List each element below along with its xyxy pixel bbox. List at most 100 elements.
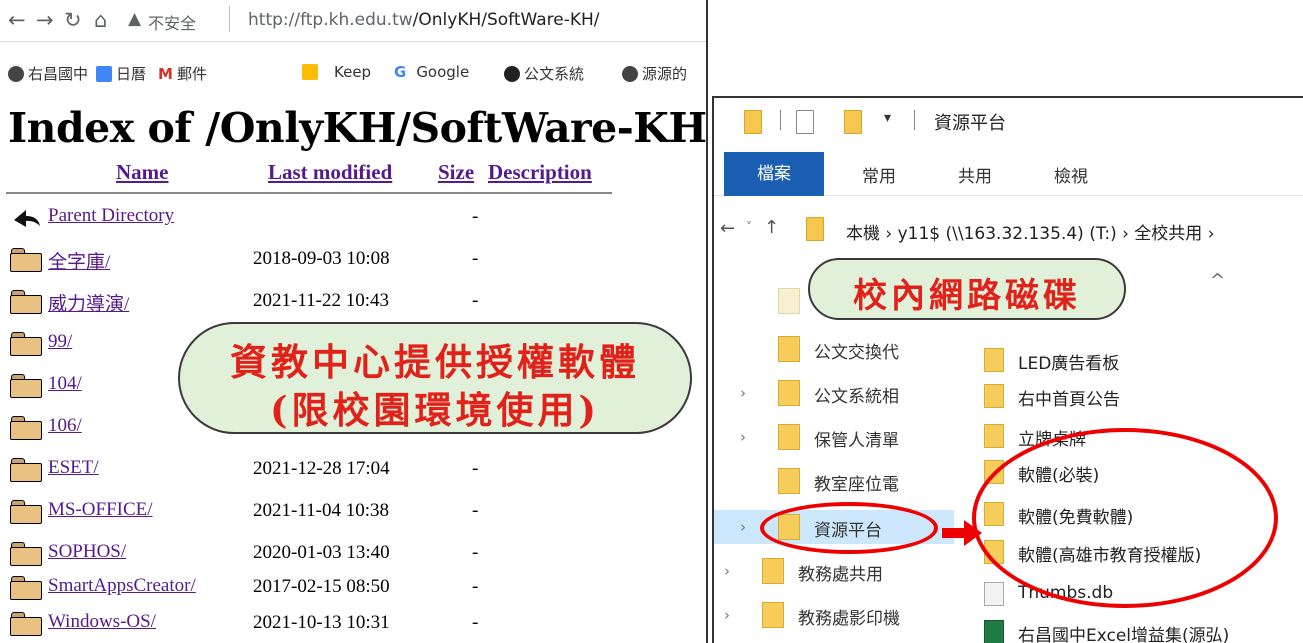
back-arrow-icon [10,206,44,230]
url-text[interactable]: http://ftp.kh.edu.tw/OnlyKH/SoftWare-KH/ [248,10,600,30]
nav-item[interactable]: › 保管人清單 [714,420,954,454]
row-name-link[interactable]: 99/ [48,331,72,353]
expand-chevron-icon[interactable]: › [740,428,746,446]
collapse-chevron-icon[interactable]: ^ [1210,270,1225,291]
folder-icon [10,576,44,600]
browser-window: ← → ↻ ⌂ ▲ 不安全 http://ftp.kh.edu.tw/OnlyK… [0,0,708,643]
bookmark-item[interactable]: 源源的 [622,63,687,84]
separator [914,110,915,130]
back-icon[interactable]: ← [8,8,26,32]
properties-icon[interactable] [796,110,814,134]
folder-icon [10,612,44,636]
row-size: - [472,500,479,521]
network-drive-callout: 校內網路磁碟 [808,258,1126,320]
row-size: - [472,248,479,269]
row-name-link[interactable]: ESET/ [48,457,99,479]
column-name[interactable]: Name [116,160,168,185]
tab-home[interactable]: 常用 [862,162,896,187]
row-name-link[interactable]: 106/ [48,415,82,437]
column-size[interactable]: Size [438,160,474,185]
globe-icon [8,65,24,82]
bookmark-item[interactable]: G Google [394,63,469,81]
row-name-link[interactable]: SmartAppsCreator/ [48,575,196,597]
file-explorer-window: ▾ 資源平台 檔案 常用 共用 檢視 ← ˅ ↑ 本機 › y11$ (\\16… [712,96,1303,643]
row-name-link[interactable]: Parent Directory [48,205,174,227]
breadcrumb[interactable]: 本機 › y11$ (\\163.32.135.4) (T:) › 全校共用 › [846,219,1215,244]
folder-icon [10,542,44,566]
bookmark-item[interactable]: 右昌國中 [8,63,88,84]
list-item-label: Thumbs.db [1018,583,1114,603]
list-item[interactable]: Thumbs.db [984,578,1303,612]
nav-item[interactable]: 教室座位電 [714,464,954,498]
bookmark-item[interactable]: M 郵件 [158,63,207,84]
folder-icon [778,336,800,362]
row-name-link[interactable]: 104/ [48,373,82,395]
list-item[interactable]: LED廣告看板 [984,344,1303,378]
nav-item-selected[interactable]: › 資源平台 [714,510,954,544]
tab-share[interactable]: 共用 [958,162,992,187]
gmail-icon: M [158,64,173,83]
row-size: - [472,542,479,563]
back-icon[interactable]: ← [720,218,735,239]
window-title: 資源平台 [934,113,1006,134]
nav-item-label: 教務處共用 [798,565,883,585]
expand-chevron-icon[interactable]: › [740,518,746,536]
row-name-link[interactable]: Windows-OS/ [48,611,156,633]
row-name-link[interactable]: MS-OFFICE/ [48,499,153,521]
list-item[interactable]: 軟體(必裝) [984,456,1303,490]
table-row: Parent Directory - [8,200,698,234]
row-name-link[interactable]: 全字庫/ [48,247,110,274]
address-bar: ← → ↻ ⌂ ▲ 不安全 http://ftp.kh.edu.tw/OnlyK… [0,0,706,42]
folder-icon [806,217,824,241]
chevron-down-icon[interactable]: ˅ [746,220,752,234]
folder-icon [762,602,784,628]
expand-chevron-icon[interactable]: › [724,606,730,624]
list-item[interactable]: 右中首頁公告 [984,380,1303,414]
folder-icon [984,384,1004,408]
folder-icon [984,502,1004,526]
bookmark-item[interactable]: 公文系統 [504,63,584,84]
nav-item[interactable]: 公文交換代 [714,332,954,366]
tab-view[interactable]: 檢視 [1054,162,1088,187]
list-item[interactable]: 軟體(免費軟體) [984,498,1303,532]
bookmark-label: Keep [334,63,372,81]
row-name-link[interactable]: SOPHOS/ [48,541,126,563]
table-row: MS-OFFICE/ 2021-11-04 10:38 - [8,494,698,528]
reload-icon[interactable]: ↻ [64,8,82,32]
row-name-link[interactable]: 威力導演/ [48,289,129,316]
tab-file[interactable]: 檔案 [724,152,824,196]
list-item[interactable]: 軟體(高雄市教育授權版) [984,536,1303,570]
row-size: - [472,290,479,311]
nav-item[interactable]: › 教務處影印機 [714,598,938,632]
callout-text: 校內網路磁碟 [853,276,1081,316]
column-description[interactable]: Description [488,160,592,185]
bookmark-item[interactable]: 日曆 [96,63,146,84]
expand-chevron-icon[interactable]: › [724,562,730,580]
nav-item-label: 公文交換代 [814,343,899,363]
forward-icon[interactable]: → [36,8,54,32]
column-last-modified[interactable]: Last modified [268,160,392,185]
expand-chevron-icon[interactable]: › [740,384,746,402]
new-folder-icon[interactable] [844,110,862,134]
list-item[interactable]: 立牌桌牌 [984,420,1303,454]
folder-icon [10,458,44,482]
row-date: 2020-01-03 13:40 [253,542,390,563]
insecure-label[interactable]: 不安全 [148,10,196,34]
row-date: 2021-10-13 10:31 [253,612,390,633]
bookmark-label: Google [416,63,470,81]
list-item[interactable]: 右昌國中Excel增益集(源弘) [984,616,1303,643]
ribbon-tabs: 檔案 常用 共用 檢視 [714,152,1303,196]
bookmark-item[interactable]: Keep [302,63,371,81]
quick-access-dropdown-icon[interactable]: ▾ [884,110,891,126]
list-item-label: 右中首頁公告 [1018,390,1120,410]
nav-item[interactable]: › 公文系統相 [714,376,954,410]
nav-item-label: 教室座位電 [814,475,899,495]
row-size: - [472,576,479,597]
callout-line-2: (限校園環境使用) [269,388,600,432]
nav-item-label: 保管人清單 [814,431,899,451]
warning-icon[interactable]: ▲ [128,9,141,29]
home-icon[interactable]: ⌂ [94,8,107,32]
up-icon[interactable]: ↑ [764,217,779,238]
calendar-icon [96,65,112,82]
nav-item[interactable]: › 教務處共用 [714,554,938,588]
